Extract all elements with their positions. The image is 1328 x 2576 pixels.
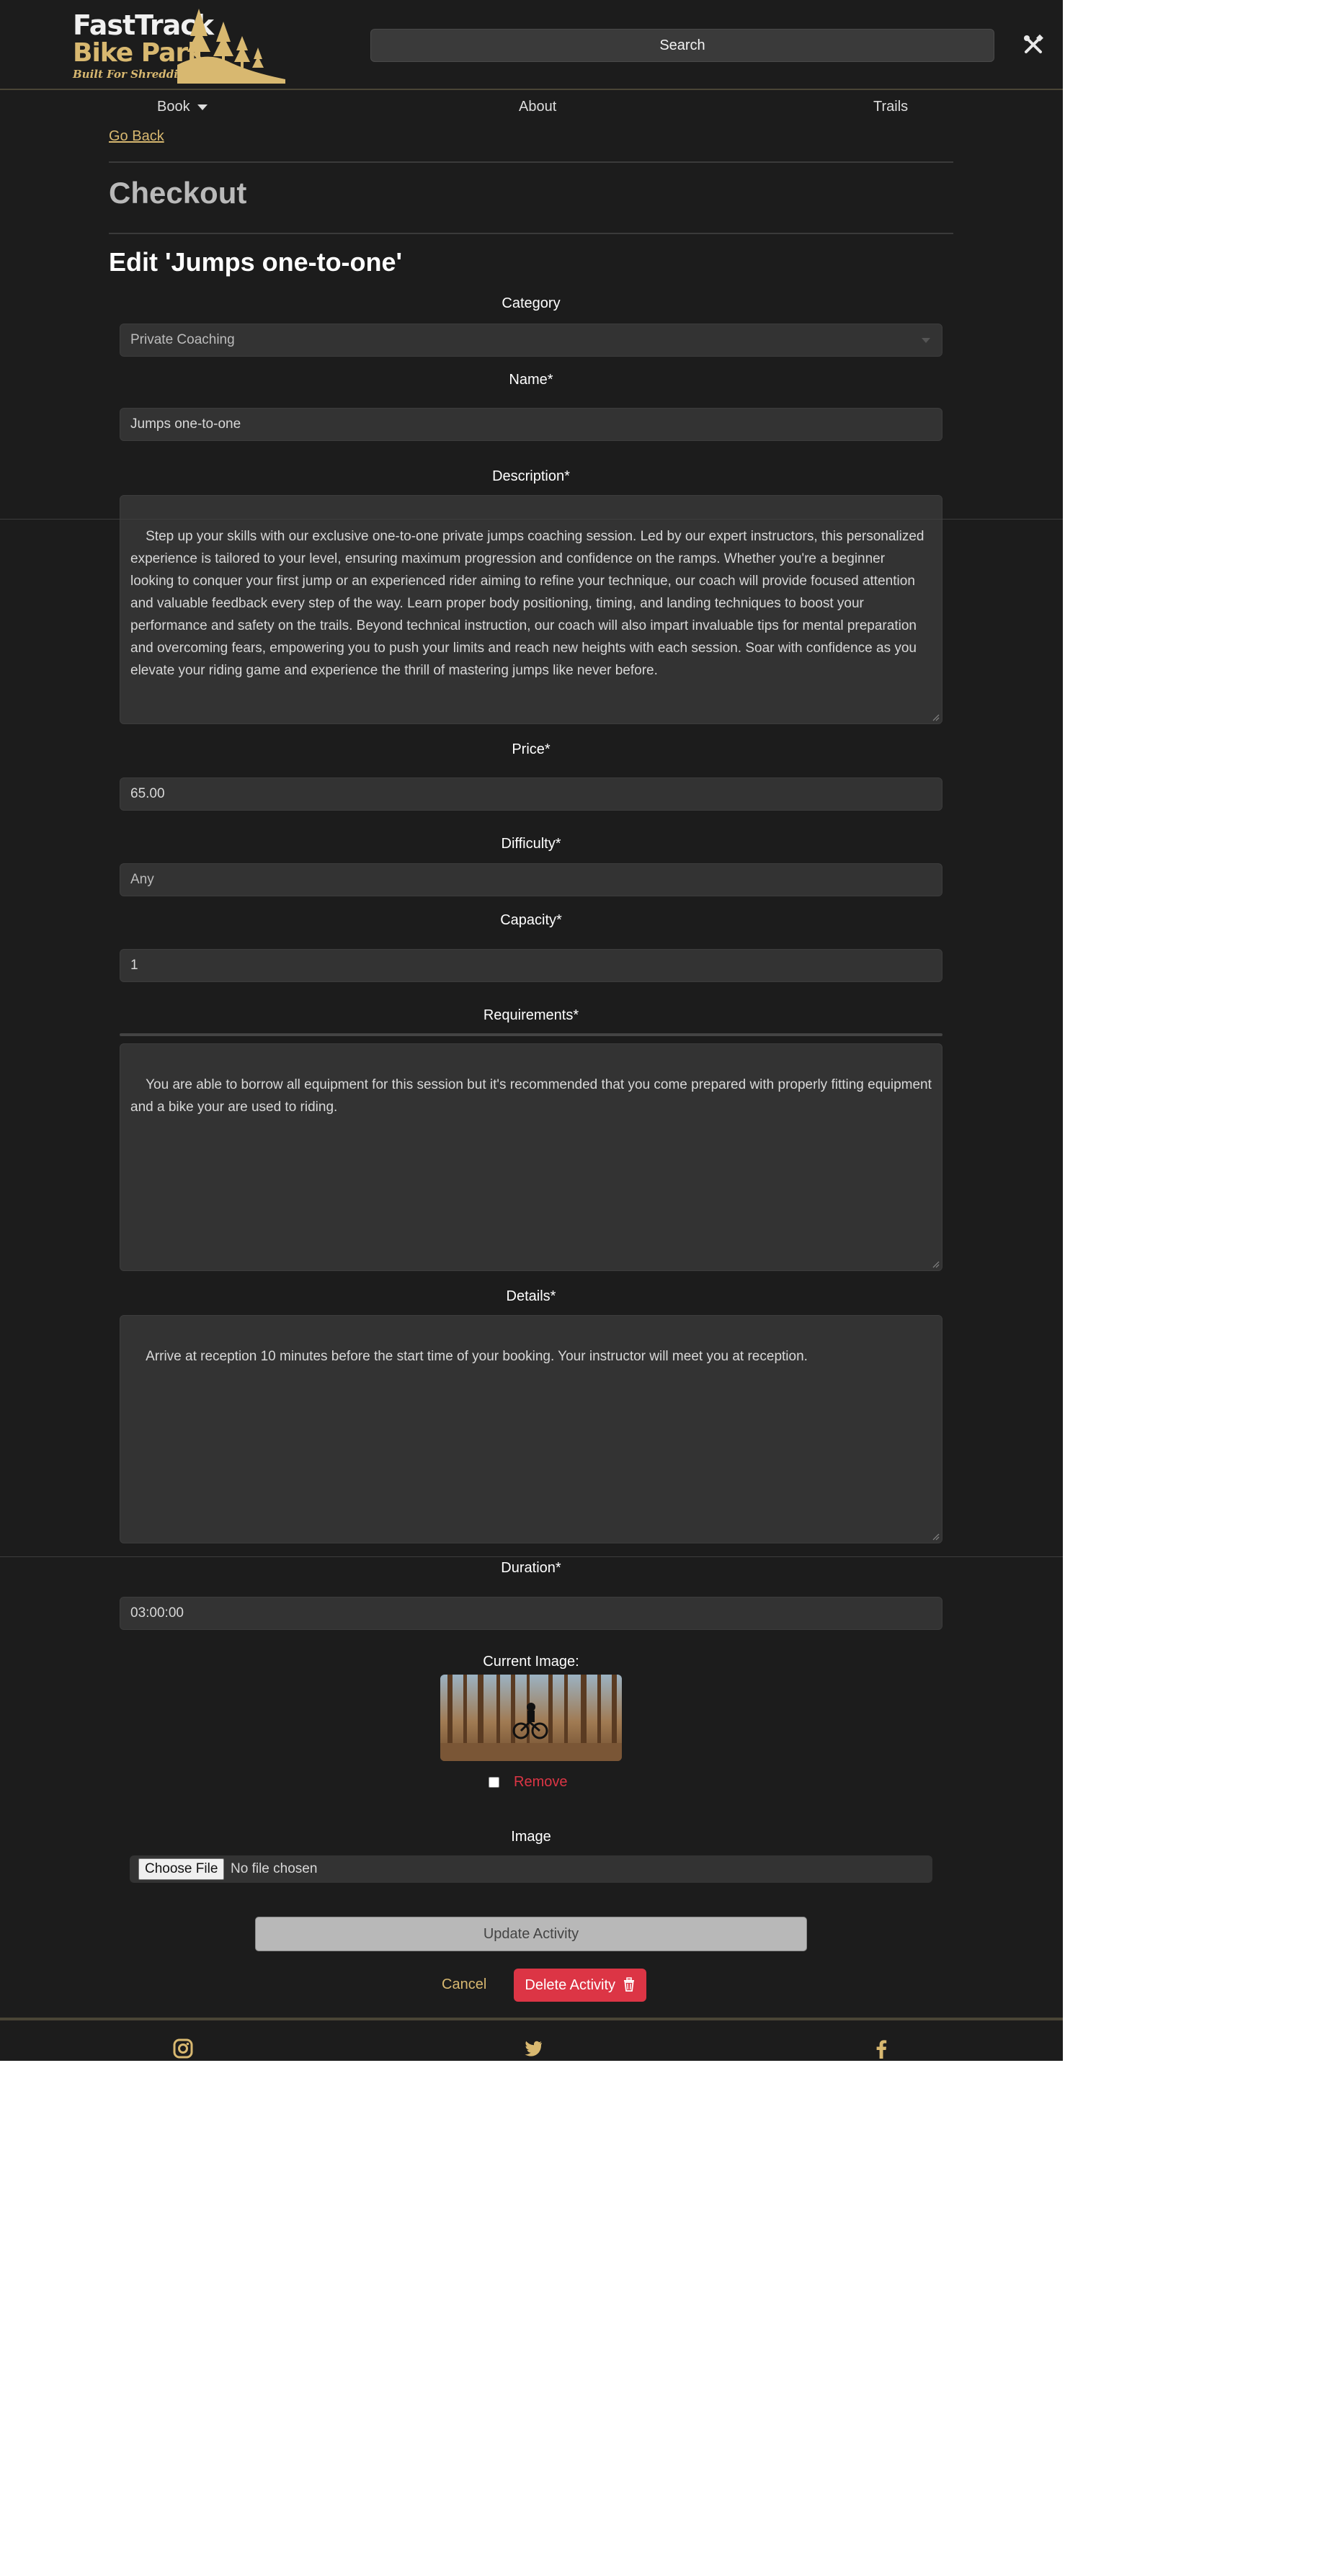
nav-item-book[interactable]: Book (157, 99, 208, 115)
requirements-textarea[interactable]: You are able to borrow all equipment for… (120, 1043, 942, 1271)
description-text: Step up your skills with our exclusive o… (130, 529, 928, 678)
duration-input[interactable]: 03:00:00 (120, 1597, 942, 1630)
activity-image (440, 1675, 622, 1761)
description-label: Description* (492, 468, 570, 484)
capacity-label: Capacity* (500, 912, 562, 928)
nav-book-label: Book (157, 99, 190, 115)
price-label: Price* (512, 741, 551, 757)
main-nav: Book About Trails (0, 92, 1063, 128)
requirements-top-edge (120, 1033, 942, 1036)
go-back-link[interactable]: Go Back (109, 128, 164, 145)
trash-icon (623, 1977, 634, 1992)
requirements-label: Requirements* (483, 1007, 579, 1023)
image-label: Image (511, 1829, 551, 1845)
remove-image-checkbox[interactable] (489, 1777, 499, 1788)
description-textarea[interactable]: Step up your skills with our exclusive o… (120, 495, 942, 724)
caret-down-icon (197, 104, 208, 110)
current-image-label: Current Image: (483, 1654, 579, 1670)
price-input[interactable]: 65.00 (120, 777, 942, 811)
details-label: Details* (506, 1288, 556, 1304)
update-activity-button[interactable]: Update Activity (255, 1917, 807, 1951)
page-title: Checkout (109, 176, 247, 210)
difficulty-value: Any (130, 872, 154, 887)
details-text: Arrive at reception 10 minutes before th… (146, 1349, 808, 1364)
difficulty-select[interactable]: Any (120, 863, 942, 896)
duration-label: Duration* (501, 1560, 561, 1576)
search-box[interactable]: Search (370, 29, 994, 62)
choose-file-button[interactable]: Choose File (138, 1858, 225, 1880)
requirements-text: You are able to borrow all equipment for… (130, 1077, 936, 1115)
resize-grip-icon[interactable] (931, 1260, 940, 1268)
brand-logo[interactable]: FastTrack Bike Park Built For Shredding (69, 7, 285, 84)
category-value: Private Coaching (130, 332, 235, 347)
overlay-rule (0, 1556, 1063, 1557)
overlay-rule (0, 519, 1063, 520)
cancel-link[interactable]: Cancel (442, 1976, 486, 1993)
divider (109, 233, 953, 234)
footer (0, 2018, 1063, 2061)
header: FastTrack Bike Park Built For Shredding … (0, 0, 1063, 90)
nav-item-about[interactable]: About (519, 99, 556, 115)
details-textarea[interactable]: Arrive at reception 10 minutes before th… (120, 1315, 942, 1543)
tools-icon[interactable] (1022, 33, 1045, 56)
image-file-input[interactable]: Choose File No file chosen (130, 1855, 932, 1883)
facebook-icon[interactable] (870, 2038, 892, 2059)
delete-activity-label: Delete Activity (525, 1977, 616, 1993)
difficulty-label: Difficulty* (501, 836, 561, 852)
file-status: No file chosen (231, 1861, 318, 1876)
page: FastTrack Bike Park Built For Shredding … (0, 0, 1063, 2061)
name-input[interactable]: Jumps one-to-one (120, 408, 942, 441)
logo-tagline: Built For Shredding (73, 68, 194, 81)
capacity-input[interactable]: 1 (120, 949, 942, 982)
edit-heading: Edit 'Jumps one-to-one' (109, 247, 403, 277)
nav-item-trails[interactable]: Trails (873, 99, 908, 115)
trees-hill-icon (177, 9, 285, 84)
twitter-icon[interactable] (522, 2038, 543, 2059)
category-select[interactable]: Private Coaching (120, 324, 942, 357)
instagram-icon[interactable] (172, 2038, 194, 2059)
resize-grip-icon[interactable] (931, 1532, 940, 1541)
category-label: Category (502, 295, 561, 311)
name-label: Name* (509, 372, 553, 388)
chevron-down-icon (922, 338, 930, 343)
delete-activity-button[interactable]: Delete Activity (514, 1969, 646, 2002)
resize-grip-icon[interactable] (931, 713, 940, 721)
divider (109, 161, 953, 163)
remove-image-label[interactable]: Remove (514, 1774, 567, 1791)
